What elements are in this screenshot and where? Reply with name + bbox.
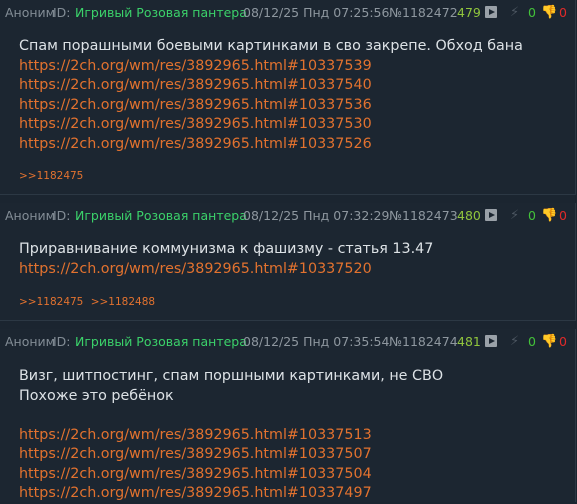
dislike-count: 0 (559, 208, 567, 223)
post-date: 08/12/25 Пнд 07:25:56 (243, 5, 390, 20)
bolt-icon[interactable]: ⚡ (510, 203, 519, 228)
dislike-count: 0 (559, 5, 567, 20)
bolt-icon[interactable]: ⚡ (510, 0, 519, 25)
post-link[interactable]: https://2ch.org/wm/res/3892965.html#1033… (19, 445, 565, 465)
post-link[interactable]: https://2ch.org/wm/res/3892965.html#1033… (19, 96, 565, 116)
post-index: 481 (457, 334, 481, 349)
post-link[interactable]: https://2ch.org/wm/res/3892965.html#1033… (19, 260, 565, 280)
thumb-down-icon[interactable]: 👎 (541, 0, 557, 25)
post-link[interactable]: https://2ch.org/wm/res/3892965.html#1033… (19, 426, 565, 446)
post-number[interactable]: №1182473 (389, 203, 458, 228)
message-line: Спам порашными боевыми картинками в сво … (19, 38, 523, 54)
message-line: Визг, шитпостинг, спам поршными картинка… (19, 368, 444, 384)
message-line: Приравнивание коммунизма к фашизму - ста… (19, 241, 434, 257)
post: Аноним ID: Игривый Розовая пантера 08/12… (0, 0, 576, 195)
thumb-down-icon[interactable]: 👎 (541, 203, 557, 228)
id-label: ID: (53, 5, 71, 20)
id-label: ID: (53, 208, 71, 223)
post-link[interactable]: https://2ch.org/wm/res/3892965.html#1033… (19, 484, 565, 504)
post-link[interactable]: https://2ch.org/wm/res/3892965.html#1033… (19, 115, 565, 135)
poster-name: Аноним (5, 208, 56, 223)
post-header: Аноним ID: Игривый Розовая пантера 08/12… (0, 329, 575, 354)
poster-name: Аноним (5, 334, 56, 349)
post: Аноним ID: Игривый Розовая пантера 08/12… (0, 329, 576, 502)
post-message: Приравнивание коммунизма к фашизму - ста… (19, 240, 565, 279)
play-icon[interactable] (485, 335, 497, 347)
post-index: 479 (457, 5, 481, 20)
post-index: 480 (457, 208, 481, 223)
bolt-icon[interactable]: ⚡ (510, 329, 519, 354)
thumb-down-icon[interactable]: 👎 (541, 329, 557, 354)
poster-id[interactable]: Игривый Розовая пантера (75, 203, 247, 228)
post-message: Визг, шитпостинг, спам поршными картинка… (19, 367, 565, 504)
like-count: 0 (528, 5, 536, 20)
poster-id[interactable]: Игривый Розовая пантера (75, 0, 247, 25)
dislike-count: 0 (559, 334, 567, 349)
post-link[interactable]: https://2ch.org/wm/res/3892965.html#1033… (19, 135, 565, 155)
like-count: 0 (528, 334, 536, 349)
post-date: 08/12/25 Пнд 07:32:29 (243, 208, 390, 223)
message-line: Похоже это ребёнок (19, 387, 174, 404)
post-number[interactable]: №1182474 (389, 329, 458, 354)
reply-ref-link[interactable]: >>1182475 (19, 296, 83, 308)
post-header: Аноним ID: Игривый Розовая пантера 08/12… (0, 203, 575, 228)
post: Аноним ID: Игривый Розовая пантера 08/12… (0, 203, 576, 321)
post-header: Аноним ID: Игривый Розовая пантера 08/12… (0, 0, 575, 25)
reply-ref-link[interactable]: >>1182488 (91, 296, 155, 308)
poster-name: Аноним (5, 5, 56, 20)
id-label: ID: (53, 334, 71, 349)
post-link[interactable]: https://2ch.org/wm/res/3892965.html#1033… (19, 76, 565, 96)
post-date: 08/12/25 Пнд 07:35:54 (243, 334, 390, 349)
reply-refs: >>1182475 (19, 170, 87, 182)
reply-ref-link[interactable]: >>1182475 (19, 170, 83, 182)
post-message: Спам порашными боевыми картинками в сво … (19, 37, 565, 154)
post-link[interactable]: https://2ch.org/wm/res/3892965.html#1033… (19, 57, 565, 77)
post-number[interactable]: №1182472 (389, 0, 458, 25)
like-count: 0 (528, 208, 536, 223)
poster-id[interactable]: Игривый Розовая пантера (75, 329, 247, 354)
play-icon[interactable] (485, 6, 497, 18)
post-link[interactable]: https://2ch.org/wm/res/3892965.html#1033… (19, 465, 565, 485)
reply-refs: >>1182475 >>1182488 (19, 296, 159, 308)
play-icon[interactable] (485, 209, 497, 221)
